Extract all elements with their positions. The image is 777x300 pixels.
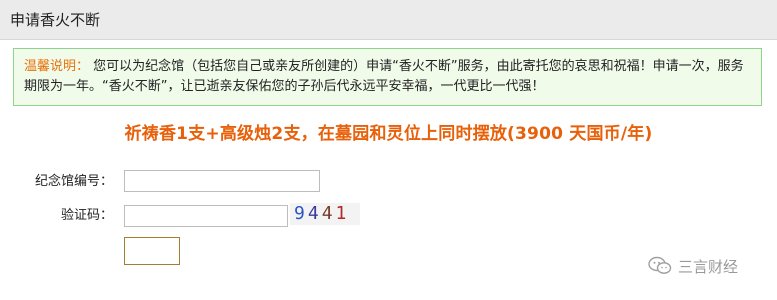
captcha-char: 4 xyxy=(321,203,336,224)
memorial-number-input[interactable] xyxy=(124,170,320,192)
service-headline: 祈祷香1支+高级烛2支，在墓园和灵位上同时摆放(3900 天国币/年) xyxy=(124,124,653,144)
watermark: 三言财经 xyxy=(648,254,738,278)
notice-box: 温馨说明： 您可以为纪念馆（包括您自己或亲友所创建的）申请“香火不断”服务，由此… xyxy=(13,48,762,106)
captcha-image[interactable]: 9441 xyxy=(290,203,360,225)
memorial-number-label: 纪念馆编号： xyxy=(34,174,113,189)
captcha-label: 验证码： xyxy=(60,208,113,223)
captcha-char: 1 xyxy=(335,203,350,224)
wechat-icon xyxy=(648,256,672,274)
captcha-char: 4 xyxy=(307,203,322,224)
submit-button[interactable] xyxy=(124,237,180,265)
notice-label: 温馨说明： xyxy=(24,59,90,74)
page-title: 申请香火不断 xyxy=(10,11,101,29)
captcha-input[interactable] xyxy=(124,205,288,227)
watermark-text: 三言财经 xyxy=(678,257,739,276)
captcha-char: 9 xyxy=(294,203,308,224)
notice-text: 您可以为纪念馆（包括您自己或亲友所创建的）申请“香火不断”服务，由此寄托您的哀思… xyxy=(24,59,744,94)
page-header: 申请香火不断 xyxy=(0,0,777,40)
